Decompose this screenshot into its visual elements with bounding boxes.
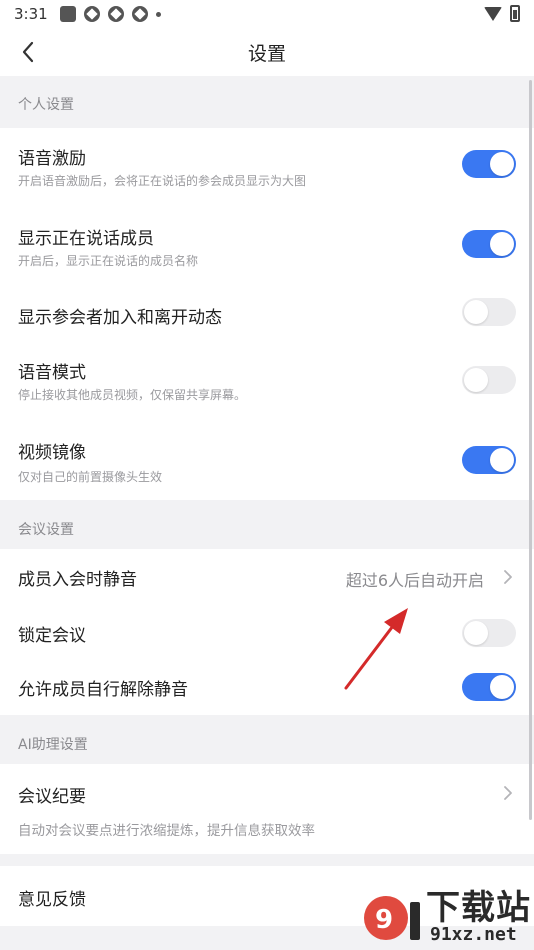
page-title: 设置 xyxy=(247,42,286,65)
notification-icons xyxy=(59,6,161,22)
toggle-knob xyxy=(490,232,514,256)
watermark: 9 下载站 91xz.net xyxy=(360,878,534,950)
toggle-knob xyxy=(490,152,514,176)
setting-row-allow-unmute: 允许成员自行解除静音 xyxy=(0,661,534,715)
setting-title: 允许成员自行解除静音 xyxy=(18,680,188,700)
setting-value: 超过6人后自动开启 xyxy=(345,571,484,590)
meeting-settings-group: 成员入会时静音 超过6人后自动开启 锁定会议 允许成员自行解除静音 xyxy=(0,549,534,715)
setting-row-mute-on-join[interactable]: 成员入会时静音 超过6人后自动开启 xyxy=(0,549,534,605)
app-notification-icon xyxy=(59,6,76,22)
battery-icon xyxy=(510,5,520,22)
lock-meeting-toggle[interactable] xyxy=(462,619,516,647)
toggle-knob xyxy=(464,300,488,324)
setting-row-meeting-minutes[interactable]: 会议纪要 自动对会议要点进行浓缩提炼，提升信息获取效率 xyxy=(0,764,534,854)
video-mirror-toggle[interactable] xyxy=(462,446,516,474)
setting-title: 语音激励 xyxy=(18,149,86,169)
toggle-knob xyxy=(464,621,488,645)
voice-mode-toggle[interactable] xyxy=(462,366,516,394)
setting-title: 视频镜像 xyxy=(18,443,86,463)
back-icon[interactable] xyxy=(14,38,42,66)
chevron-right-icon xyxy=(504,786,512,800)
setting-row-video-mirror: 视频镜像 仅对自己的前置摄像头生效 xyxy=(0,418,534,500)
join-leave-toggle[interactable] xyxy=(462,298,516,326)
setting-row-join-leave: 显示参会者加入和离开动态 xyxy=(0,288,534,348)
setting-row-show-speaking: 显示正在说话成员 开启后，显示正在说话的成员名称 xyxy=(0,208,534,288)
setting-subtitle: 开启后，显示正在说话的成员名称 xyxy=(18,254,199,268)
setting-subtitle: 停止接收其他成员视频，仅保留共享屏幕。 xyxy=(18,388,247,402)
watermark-brand: 下载站 xyxy=(426,888,531,928)
setting-title: 成员入会时静音 xyxy=(18,570,137,590)
setting-row-lock-meeting: 锁定会议 xyxy=(0,605,534,661)
app-notification-icon xyxy=(107,6,124,22)
toggle-knob xyxy=(490,448,514,472)
section-header-personal: 个人设置 xyxy=(0,80,534,128)
setting-title: 显示参会者加入和离开动态 xyxy=(18,308,222,328)
annotation-arrow-icon xyxy=(344,608,408,690)
app-notification-icon xyxy=(83,6,100,22)
ai-settings-group: 会议纪要 自动对会议要点进行浓缩提炼，提升信息获取效率 xyxy=(0,764,534,854)
setting-subtitle: 仅对自己的前置摄像头生效 xyxy=(18,470,163,484)
setting-title: 语音模式 xyxy=(18,363,86,383)
svg-text:9: 9 xyxy=(375,905,393,935)
show-speaking-toggle[interactable] xyxy=(462,230,516,258)
setting-subtitle: 自动对会议要点进行浓缩提炼，提升信息获取效率 xyxy=(18,823,315,839)
setting-title: 显示正在说话成员 xyxy=(18,229,154,249)
personal-settings-group: 语音激励 开启语音激励后，会将正在说话的参会成员显示为大图 显示正在说话成员 开… xyxy=(0,128,534,500)
chevron-right-icon xyxy=(504,570,512,584)
section-header-ai: AI助理设置 xyxy=(0,720,534,768)
voice-incentive-toggle[interactable] xyxy=(462,150,516,178)
status-bar: 3:31 xyxy=(0,0,534,28)
setting-row-voice-incentive: 语音激励 开启语音激励后，会将正在说话的参会成员显示为大图 xyxy=(0,128,534,208)
app-notification-icon xyxy=(131,6,148,22)
allow-unmute-toggle[interactable] xyxy=(462,673,516,701)
toggle-knob xyxy=(490,675,514,699)
system-icons xyxy=(484,5,520,22)
setting-subtitle: 开启语音激励后，会将正在说话的参会成员显示为大图 xyxy=(18,174,307,188)
status-time: 3:31 xyxy=(14,5,48,23)
setting-row-voice-mode: 语音模式 停止接收其他成员视频，仅保留共享屏幕。 xyxy=(0,348,534,418)
setting-title: 会议纪要 xyxy=(18,787,86,807)
setting-title: 锁定会议 xyxy=(18,626,86,646)
watermark-domain: 91xz.net xyxy=(430,924,517,945)
more-notifications-icon xyxy=(155,11,161,17)
wifi-icon xyxy=(484,6,502,21)
nav-bar: 设置 xyxy=(0,28,534,76)
setting-title: 意见反馈 xyxy=(18,890,86,910)
section-header-meeting: 会议设置 xyxy=(0,505,534,553)
toggle-knob xyxy=(464,368,488,392)
scrollbar[interactable] xyxy=(529,80,532,820)
